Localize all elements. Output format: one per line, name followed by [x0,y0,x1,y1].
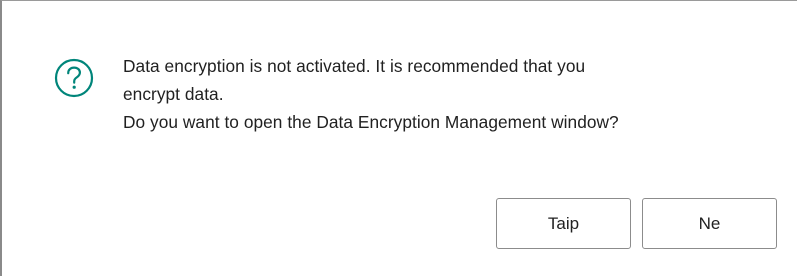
message-line: encrypt data. [123,84,224,104]
message-line: Data encryption is not activated. It is … [123,56,586,76]
message-line: Do you want to open the Data Encryption … [123,112,619,132]
question-circle-icon [51,55,97,101]
confirm-dialog: Data encryption is not activated. It is … [0,0,797,276]
yes-button[interactable]: Taip [496,198,631,249]
dialog-message: Data encryption is not activated. It is … [123,52,783,136]
no-button[interactable]: Ne [642,198,777,249]
